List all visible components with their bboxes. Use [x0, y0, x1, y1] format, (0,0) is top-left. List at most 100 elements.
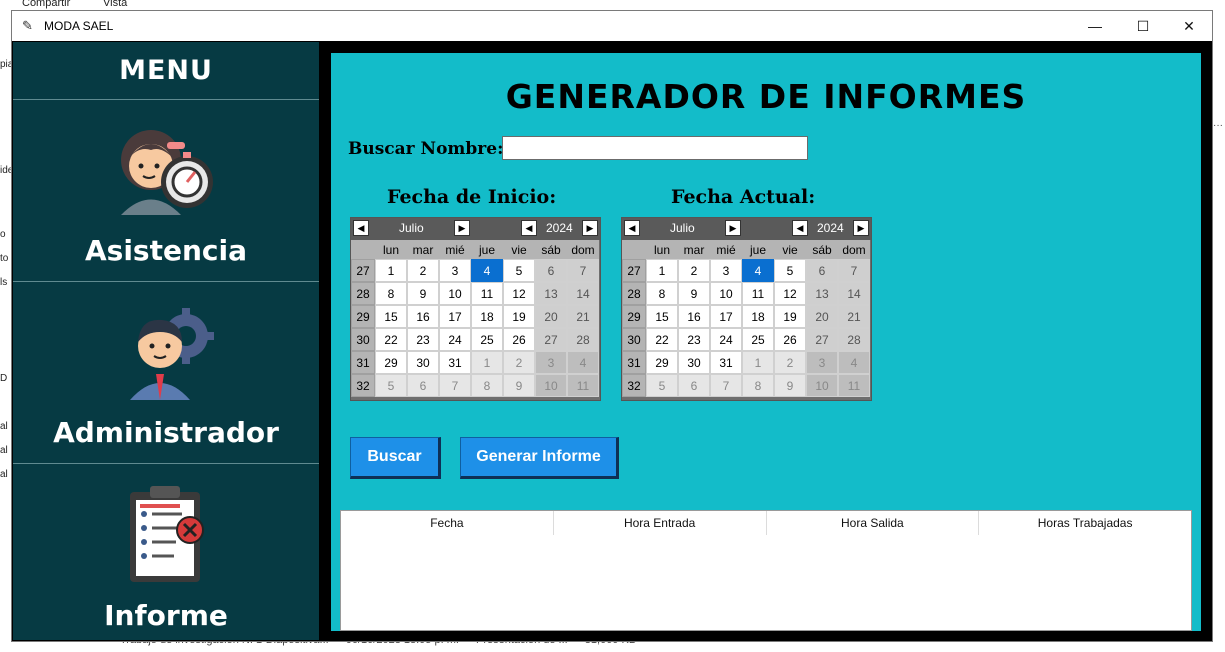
column-hora-entrada[interactable]: Hora Entrada: [554, 511, 767, 535]
calendar-day[interactable]: 3: [439, 259, 471, 282]
calendar-day[interactable]: 11: [567, 374, 599, 397]
calendar-day[interactable]: 31: [439, 351, 471, 374]
calendar-day[interactable]: 2: [774, 351, 806, 374]
calendar-day[interactable]: 10: [535, 374, 567, 397]
calendar-day[interactable]: 7: [567, 259, 599, 282]
calendar-day[interactable]: 20: [535, 305, 567, 328]
calendar-day[interactable]: 14: [567, 282, 599, 305]
calendar-day[interactable]: 9: [407, 282, 439, 305]
calendar-day[interactable]: 7: [710, 374, 742, 397]
calendar-day[interactable]: 13: [806, 282, 838, 305]
calendar-day[interactable]: 28: [838, 328, 870, 351]
calendar-day[interactable]: 15: [375, 305, 407, 328]
calendar-day[interactable]: 11: [838, 374, 870, 397]
calendar-day[interactable]: 16: [678, 305, 710, 328]
close-button[interactable]: ✕: [1166, 11, 1212, 41]
calendar-day[interactable]: 3: [535, 351, 567, 374]
calendar-day[interactable]: 21: [567, 305, 599, 328]
sidebar-item-asistencia[interactable]: Asistencia: [13, 100, 319, 282]
calendar-day[interactable]: 2: [503, 351, 535, 374]
calendar-day[interactable]: 3: [806, 351, 838, 374]
calendar-day[interactable]: 17: [439, 305, 471, 328]
calendar-day[interactable]: 1: [375, 259, 407, 282]
calendar-day[interactable]: 24: [439, 328, 471, 351]
calendar-day[interactable]: 10: [710, 282, 742, 305]
prev-year-arrow-icon[interactable]: ◀: [792, 220, 808, 236]
next-year-arrow-icon[interactable]: ▶: [853, 220, 869, 236]
calendar-day[interactable]: 12: [503, 282, 535, 305]
calendar-day[interactable]: 9: [503, 374, 535, 397]
calendar-day[interactable]: 22: [375, 328, 407, 351]
calendar-day[interactable]: 19: [503, 305, 535, 328]
calendar-day[interactable]: 26: [503, 328, 535, 351]
calendar-day[interactable]: 8: [742, 374, 774, 397]
start-date-calendar[interactable]: ◀ Julio ▶ ◀ 2024 ▶ lun mar mié jue vie sáb dom 27 1 2 3 4…: [350, 217, 601, 401]
calendar-day[interactable]: 1: [646, 259, 678, 282]
calendar-day[interactable]: 31: [710, 351, 742, 374]
search-input[interactable]: [502, 136, 808, 160]
calendar-day[interactable]: 23: [678, 328, 710, 351]
calendar-day[interactable]: 13: [535, 282, 567, 305]
calendar-day[interactable]: 30: [678, 351, 710, 374]
calendar-day[interactable]: 9: [678, 282, 710, 305]
calendar-day[interactable]: 3: [710, 259, 742, 282]
calendar-day[interactable]: 8: [375, 282, 407, 305]
calendar-day[interactable]: 20: [806, 305, 838, 328]
calendar-day[interactable]: 8: [646, 282, 678, 305]
calendar-day[interactable]: 17: [710, 305, 742, 328]
minimize-button[interactable]: —: [1072, 11, 1118, 41]
calendar-day[interactable]: 18: [471, 305, 503, 328]
generate-report-button[interactable]: Generar Informe: [460, 437, 619, 479]
calendar-day[interactable]: 4: [567, 351, 599, 374]
calendar-day[interactable]: 5: [774, 259, 806, 282]
calendar-day[interactable]: 7: [838, 259, 870, 282]
calendar-day[interactable]: 15: [646, 305, 678, 328]
calendar-day[interactable]: 16: [407, 305, 439, 328]
calendar-day[interactable]: 2: [678, 259, 710, 282]
calendar-day[interactable]: 10: [806, 374, 838, 397]
calendar-day[interactable]: 24: [710, 328, 742, 351]
prev-month-arrow-icon[interactable]: ◀: [624, 220, 640, 236]
calendar-day[interactable]: 6: [407, 374, 439, 397]
column-fecha[interactable]: Fecha: [341, 511, 554, 535]
calendar-day[interactable]: 6: [678, 374, 710, 397]
calendar-day[interactable]: 10: [439, 282, 471, 305]
calendar-day[interactable]: 27: [535, 328, 567, 351]
calendar-day[interactable]: 27: [806, 328, 838, 351]
maximize-button[interactable]: ☐: [1120, 11, 1166, 41]
calendar-day[interactable]: 28: [567, 328, 599, 351]
calendar-day[interactable]: 1: [471, 351, 503, 374]
next-month-arrow-icon[interactable]: ▶: [725, 220, 741, 236]
calendar-day[interactable]: 19: [774, 305, 806, 328]
prev-month-arrow-icon[interactable]: ◀: [353, 220, 369, 236]
calendar-day[interactable]: 29: [375, 351, 407, 374]
calendar-day[interactable]: 1: [742, 351, 774, 374]
column-hora-salida[interactable]: Hora Salida: [767, 511, 980, 535]
next-month-arrow-icon[interactable]: ▶: [454, 220, 470, 236]
calendar-day[interactable]: 12: [774, 282, 806, 305]
calendar-day[interactable]: 4: [838, 351, 870, 374]
calendar-day[interactable]: 26: [774, 328, 806, 351]
calendar-day[interactable]: 6: [806, 259, 838, 282]
calendar-day[interactable]: 14: [838, 282, 870, 305]
calendar-day[interactable]: 29: [646, 351, 678, 374]
prev-year-arrow-icon[interactable]: ◀: [521, 220, 537, 236]
calendar-day[interactable]: 30: [407, 351, 439, 374]
calendar-day[interactable]: 5: [503, 259, 535, 282]
calendar-day[interactable]: 8: [471, 374, 503, 397]
column-horas-trabajadas[interactable]: Horas Trabajadas: [979, 511, 1191, 535]
calendar-day[interactable]: 25: [471, 328, 503, 351]
calendar-day[interactable]: 5: [646, 374, 678, 397]
calendar-day[interactable]: 4: [742, 259, 774, 282]
search-button[interactable]: Buscar: [350, 437, 441, 479]
calendar-day[interactable]: 5: [375, 374, 407, 397]
calendar-day[interactable]: 11: [471, 282, 503, 305]
sidebar-item-administrador[interactable]: Administrador: [13, 282, 319, 464]
calendar-day[interactable]: 9: [774, 374, 806, 397]
calendar-day[interactable]: 25: [742, 328, 774, 351]
calendar-day[interactable]: 21: [838, 305, 870, 328]
title-bar[interactable]: ✎ MODA SAEL — ☐ ✕: [12, 11, 1212, 41]
calendar-day[interactable]: 2: [407, 259, 439, 282]
calendar-day[interactable]: 11: [742, 282, 774, 305]
next-year-arrow-icon[interactable]: ▶: [582, 220, 598, 236]
